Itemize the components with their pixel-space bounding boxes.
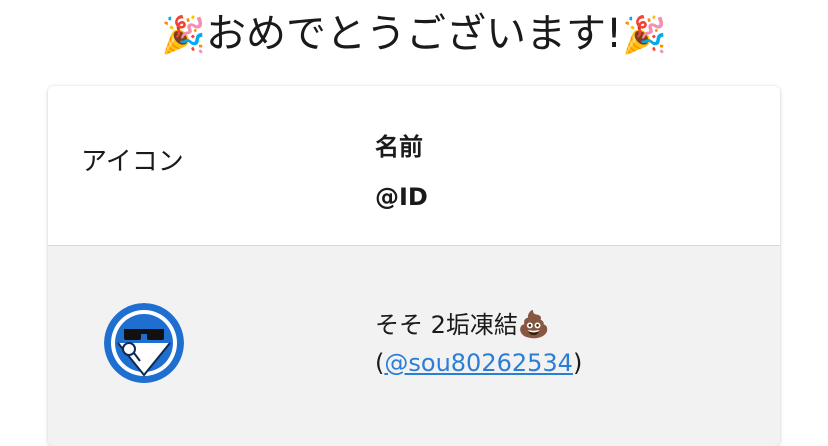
- user-info-cell: そそ 2垢凍結💩 (@sou80262534): [375, 306, 582, 382]
- user-handle-link[interactable]: @sou80262534: [384, 349, 573, 377]
- header-icon-label: アイコン: [81, 147, 184, 177]
- title-text: おめでとうございます!: [205, 11, 623, 57]
- party-popper-icon: 🎉: [622, 15, 667, 56]
- results-table-card: アイコン 名前 @ID そそ 2垢凍結💩 (@sou80262534): [48, 86, 780, 446]
- table-row: そそ 2垢凍結💩 (@sou80262534): [48, 246, 780, 446]
- table-header-row: アイコン 名前 @ID: [48, 86, 780, 246]
- header-id-label: @ID: [375, 183, 428, 211]
- sunglasses-avatar-icon[interactable]: [104, 303, 184, 383]
- display-name: そそ 2垢凍結: [375, 311, 518, 339]
- display-name-line: そそ 2垢凍結💩: [375, 306, 582, 344]
- handle-close-paren: ): [572, 349, 583, 377]
- handle-line: (@sou80262534): [375, 344, 582, 382]
- handle-open-paren: (: [375, 349, 385, 377]
- header-name-column: 名前 @ID: [375, 122, 428, 222]
- party-popper-icon: 🎉: [161, 15, 206, 56]
- page-title: 🎉おめでとうございます!🎉: [0, 4, 828, 66]
- header-name-label: 名前: [375, 133, 423, 161]
- pile-of-poo-icon: 💩: [517, 310, 551, 340]
